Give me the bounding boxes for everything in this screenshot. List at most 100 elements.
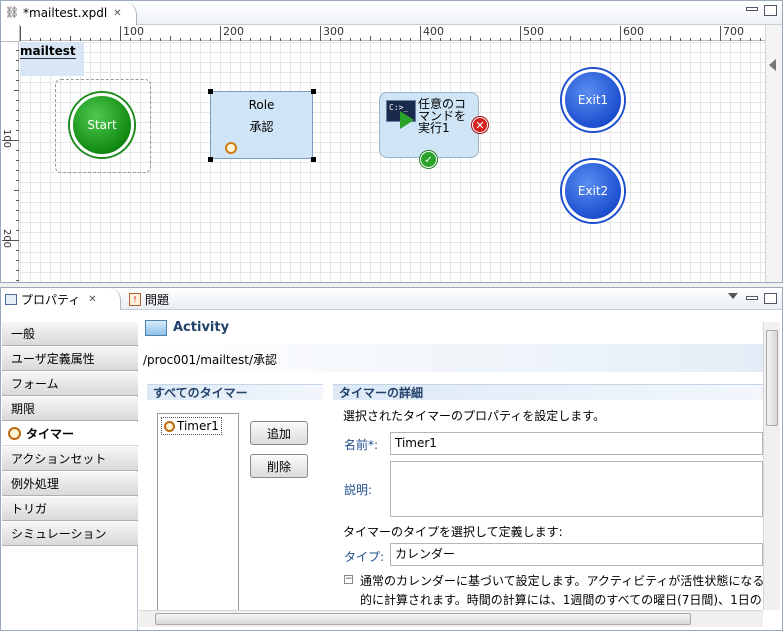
exit2-node[interactable]: Exit2 (562, 160, 624, 222)
ruler-tick (16, 120, 19, 121)
ruler-tick (420, 26, 421, 41)
role-activity-name: 承認 (249, 120, 274, 134)
side-tab-simulation[interactable]: シミュレーション (2, 522, 138, 546)
command-task[interactable]: C:>_ 任意のコマンドを実行1 ✕ ✓ (379, 92, 488, 168)
list-item[interactable]: Timer1 (161, 417, 222, 435)
scroll-thumb[interactable] (766, 330, 778, 426)
ruler-tick (100, 38, 101, 41)
side-tab-label: フォーム (11, 377, 59, 391)
view-menu-icon[interactable] (728, 293, 738, 299)
ruler-tick (390, 38, 391, 41)
close-icon[interactable]: ✕ (88, 294, 96, 305)
diagram-canvas[interactable]: mailtest Start Role 承認 C:>_ 任意のコマンドを実行1 … (20, 42, 765, 282)
ruler-label: 400 (423, 25, 444, 38)
ruler-tick (130, 38, 131, 41)
ruler-vertical: 100 200 (1, 41, 19, 282)
ruler-tick (410, 38, 411, 41)
ruler-tick (330, 38, 331, 41)
ruler-tick (140, 38, 141, 41)
ruler-tick (450, 38, 451, 41)
side-tab-label: ユーザ定義属性 (11, 352, 95, 366)
ruler-corner (1, 25, 20, 42)
timer-list[interactable]: Timer1 (157, 413, 239, 613)
side-tab-user-attributes[interactable]: ユーザ定義属性 (2, 347, 138, 371)
ruler-tick (230, 38, 231, 41)
timer-details-description: 選択されたタイマーのプロパティを設定します。 (343, 409, 606, 423)
role-activity[interactable]: Role 承認 (210, 91, 313, 159)
minimize-icon[interactable] (746, 296, 758, 300)
ruler-tick (16, 180, 19, 181)
ruler-tick (400, 38, 401, 41)
ruler-tick (510, 38, 511, 41)
side-tab-label: 例外処理 (11, 477, 60, 491)
ruler-tick (16, 210, 19, 211)
side-tab-action-set[interactable]: アクションセット (2, 447, 138, 471)
path-bar: /proc001/mailtest/承認 (139, 344, 763, 372)
tab-problems[interactable]: ! 問題 (125, 288, 195, 310)
add-button[interactable]: 追加 (250, 421, 308, 445)
delete-button[interactable]: 削除 (250, 454, 308, 478)
ruler-tick (190, 38, 191, 41)
activity-path: /proc001/mailtest/承認 (143, 353, 278, 367)
scroll-thumb[interactable] (155, 613, 691, 625)
side-tab-form[interactable]: フォーム (2, 372, 138, 396)
ruler-tick (380, 38, 381, 41)
ruler-tick (540, 38, 541, 41)
exit1-node[interactable]: Exit1 (562, 69, 624, 131)
lane-label[interactable]: mailtest (20, 42, 84, 76)
name-label: 名前*: (344, 438, 379, 452)
side-tab-timer[interactable]: タイマー (2, 422, 138, 446)
command-task-label: 任意のコマンドを実行1 (418, 97, 467, 135)
ruler-tick (370, 36, 371, 41)
description-field[interactable] (390, 461, 763, 517)
ruler-tick (160, 38, 161, 41)
type-label: タイプ: (344, 550, 385, 564)
ruler-tick (550, 38, 551, 41)
ruler-tick (700, 38, 701, 41)
editor-tabbar: ⛓ *mailtest.xpdl ✕ (1, 1, 782, 25)
side-tab-exception[interactable]: 例外処理 (2, 472, 138, 496)
ruler-label: 100 (1, 128, 13, 149)
error-icon: ✕ (472, 117, 488, 133)
ruler-tick (14, 190, 19, 191)
selection-handle[interactable] (208, 89, 213, 94)
selection-handle[interactable] (208, 157, 213, 162)
selection-handle[interactable] (311, 157, 316, 162)
name-field[interactable]: Timer1 (390, 432, 763, 455)
description-label: 説明: (344, 483, 373, 497)
type-select[interactable]: カレンダー (390, 543, 763, 566)
maximize-icon[interactable] (764, 5, 777, 16)
ruler-tick (16, 60, 19, 61)
properties-horizontal-scrollbar[interactable] (139, 610, 763, 627)
properties-vertical-scrollbar[interactable] (763, 322, 780, 610)
selection-handle[interactable] (311, 89, 316, 94)
ruler-tick (60, 38, 61, 41)
palette-toggle-icon[interactable] (769, 59, 776, 71)
timer-details-heading: タイマーの詳細 (333, 384, 763, 400)
ruler-tick (300, 38, 301, 41)
maximize-icon[interactable] (764, 293, 777, 304)
ruler-tick (16, 170, 19, 171)
ruler-tick (340, 38, 341, 41)
all-timers-heading: すべてのタイマー (147, 384, 323, 400)
side-tab-trigger[interactable]: トリガ (2, 497, 138, 521)
ruler-tick (180, 38, 181, 41)
ruler-tick (520, 26, 521, 41)
ruler-tick (280, 38, 281, 41)
side-tab-deadline[interactable]: 期限 (2, 397, 138, 421)
editor-tab-mailtest[interactable]: ⛓ *mailtest.xpdl ✕ (1, 1, 137, 25)
tab-properties[interactable]: プロパティ ✕ (1, 288, 121, 310)
ruler-tick (430, 38, 431, 41)
minimize-icon[interactable] (746, 7, 758, 11)
close-icon[interactable]: ✕ (113, 8, 121, 19)
ruler-tick (270, 36, 271, 41)
side-tab-label: シミュレーション (11, 527, 107, 541)
ruler-tick (720, 26, 721, 41)
side-tab-label: トリガ (11, 502, 48, 516)
ruler-tick (90, 38, 91, 41)
start-node[interactable]: Start (70, 93, 134, 157)
side-tab-general[interactable]: 一般 (2, 322, 138, 346)
editor-vertical-scrollbar[interactable] (765, 25, 782, 282)
ruler-tick (590, 38, 591, 41)
collapse-icon[interactable]: − (344, 575, 353, 584)
